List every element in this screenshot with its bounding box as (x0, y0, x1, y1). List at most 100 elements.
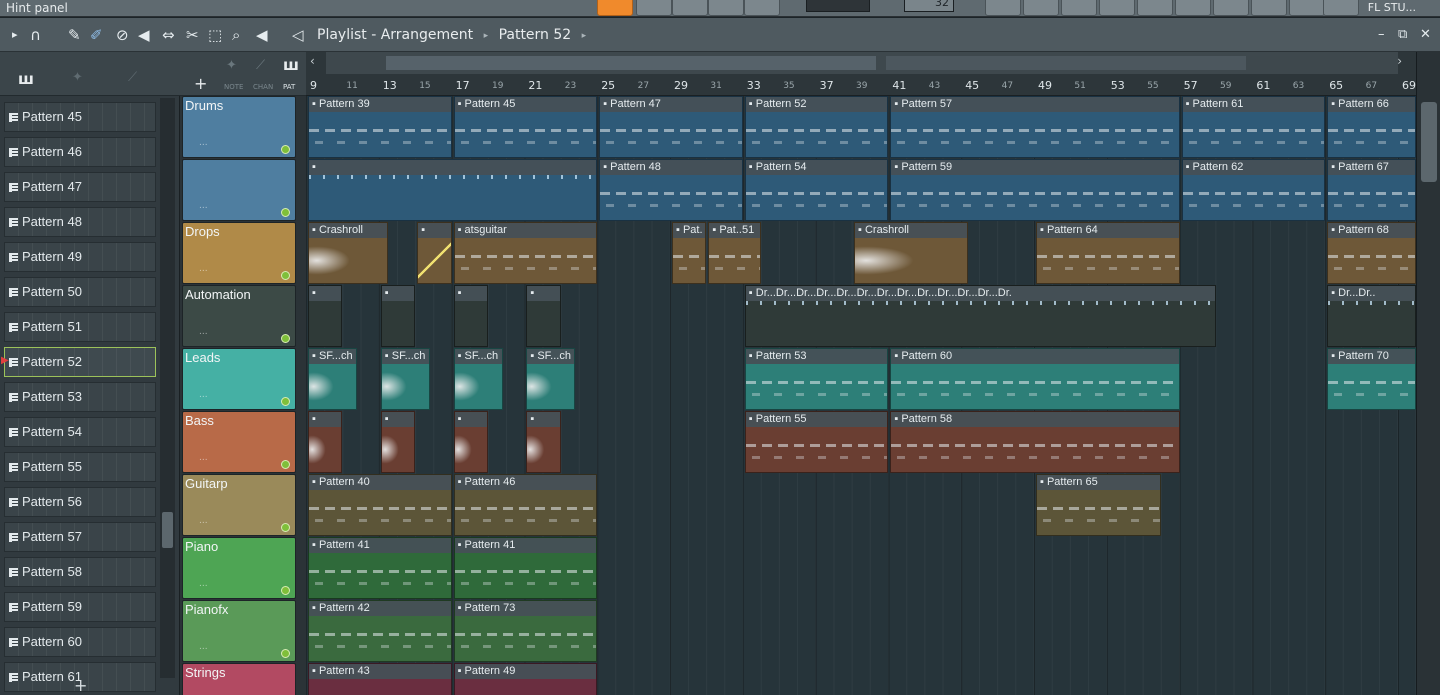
playlist-clip[interactable]: ▪ Pattern 59 (890, 159, 1180, 221)
metronome-button[interactable] (744, 0, 780, 16)
pattern-item[interactable]: Pattern 50 (4, 277, 156, 307)
render-button[interactable] (1289, 0, 1325, 16)
playlist-clip[interactable]: ▪ (417, 222, 452, 284)
record-button[interactable] (597, 0, 633, 16)
scrollbar-thumb[interactable] (162, 512, 173, 548)
playlist-clip[interactable]: ▪ (453, 411, 488, 473)
playlist-clip[interactable]: ▪ Pattern 64 (1036, 222, 1180, 284)
playlist-clip[interactable]: ▪ (526, 411, 561, 473)
playlist-clip[interactable]: ▪ SF...ch (453, 348, 503, 410)
pattern-item[interactable]: Pattern 47 (4, 172, 156, 202)
track-mute-led-icon[interactable] (281, 523, 290, 532)
playlist-clip[interactable]: ▪ Pattern 62 (1181, 159, 1326, 221)
magnet-icon[interactable]: ∩ (30, 26, 41, 44)
playlist-clip[interactable]: ▪ Pattern 67 (1327, 159, 1416, 221)
pattern-item[interactable]: Pattern 55 (4, 452, 156, 482)
close-icon[interactable]: ✕ (1420, 27, 1431, 42)
delete-icon[interactable]: ⊘ (116, 26, 129, 44)
track-header[interactable]: Drums... (182, 96, 296, 158)
playlist-clip[interactable]: ▪ Dr...Dr.. (1327, 285, 1416, 347)
playlist-clip[interactable]: ▪ (308, 411, 343, 473)
playlist-clip[interactable]: ▪ Pattern 40 (308, 474, 452, 536)
pattern-item[interactable]: Pattern 52 ▶ (1, 347, 156, 377)
playlist-clip[interactable]: ▪ Pat. (672, 222, 707, 284)
playlist-clip[interactable]: ▪ atsguitar (453, 222, 598, 284)
track-options-icon[interactable]: ... (199, 642, 208, 652)
pattern-item[interactable]: Pattern 45 (4, 102, 156, 132)
playlist-clip[interactable]: ▪ (453, 285, 488, 347)
channel-rack-view-button[interactable] (1061, 0, 1097, 16)
track-header[interactable]: Drops... (182, 222, 296, 284)
arrangement-overview[interactable] (326, 52, 1398, 74)
playlist-clip[interactable]: ▪ Pattern 43 (308, 663, 452, 695)
track-header[interactable]: Strings... (182, 663, 296, 695)
channel-mode-icon[interactable]: ⟋ (128, 70, 137, 85)
track-mute-led-icon[interactable] (281, 145, 290, 154)
playlist-clip[interactable]: ▪ Pattern 48 (599, 159, 743, 221)
note-mode-icon-2[interactable]: ✦ (226, 58, 237, 73)
playlist-clip[interactable]: ▪ (308, 159, 598, 221)
speaker-icon[interactable]: ◁ (292, 26, 304, 44)
pattern-item[interactable]: Pattern 46 (4, 137, 156, 167)
playlist-clip[interactable]: ▪ Pattern 70 (1327, 348, 1416, 410)
playlist-clip[interactable]: ▪ Pattern 41 (453, 537, 598, 599)
playlist-clip[interactable]: ▪ (308, 285, 343, 347)
playlist-clip[interactable]: ▪ Pattern 68 (1327, 222, 1416, 284)
playlist-clip[interactable]: ▪ Pattern 55 (744, 411, 889, 473)
playback-icon[interactable]: ◀ (256, 26, 268, 44)
playlist-clip[interactable]: ▪ Pattern 57 (890, 96, 1180, 158)
track-options-icon[interactable]: ... (199, 327, 208, 337)
pattern-list-scrollbar[interactable] (160, 98, 175, 678)
track-mute-led-icon[interactable] (281, 397, 290, 406)
mute-icon[interactable]: ◀ (138, 26, 150, 44)
playlist-clip[interactable]: ▪ SF...ch (380, 348, 430, 410)
track-mute-led-icon[interactable] (281, 460, 290, 469)
playlist-clip[interactable]: ▪ Pattern 46 (453, 474, 598, 536)
track-options-icon[interactable]: ... (199, 390, 208, 400)
playlist-clip[interactable]: ▪ Dr...Dr...Dr...Dr...Dr...Dr...Dr...Dr.… (744, 285, 1216, 347)
track-mute-led-icon[interactable] (281, 271, 290, 280)
scroll-left-icon[interactable]: ‹ (310, 54, 315, 68)
plugin-picker-button[interactable] (1175, 0, 1211, 16)
mixer-view-button[interactable] (1099, 0, 1135, 16)
playlist-clip[interactable]: ▪ Pattern 61 (1181, 96, 1326, 158)
playlist-clip[interactable]: ▪ Pattern 73 (453, 600, 598, 662)
playlist-clip[interactable]: ▪ Pattern 52 (744, 96, 889, 158)
vertical-scrollbar-thumb[interactable] (1421, 102, 1437, 182)
track-mute-led-icon[interactable] (281, 649, 290, 658)
arrow-right-icon[interactable]: ▸ (12, 26, 18, 44)
track-options-icon[interactable]: ... (199, 138, 208, 148)
minimize-icon[interactable]: – (1378, 27, 1385, 42)
track-header[interactable]: Pianofx... (182, 600, 296, 662)
play-button[interactable] (672, 0, 708, 16)
pattern-item[interactable]: Pattern 58 (4, 557, 156, 587)
playlist-clip[interactable]: ▪ Pattern 49 (453, 663, 598, 695)
track-header[interactable]: Piano... (182, 537, 296, 599)
playlist-clip[interactable]: ▪ Pattern 54 (744, 159, 889, 221)
select-icon[interactable]: ⬚ (208, 26, 222, 44)
slip-icon[interactable]: ⇔ (162, 26, 175, 44)
pattern-item[interactable]: Pattern 48 (4, 207, 156, 237)
current-pattern[interactable]: Pattern 52 (499, 27, 572, 43)
track-options-icon[interactable]: ... (199, 579, 208, 589)
tempo-field[interactable]: 32 (904, 0, 954, 12)
playlist-grid[interactable]: ▪ Pattern 39 ▪ Pattern 45 ▪ Pattern 47 ▪ Pa… (306, 96, 1416, 695)
slice-icon[interactable]: ✂ (186, 26, 199, 44)
playlist-clip[interactable]: ▪ Pattern 66 (1327, 96, 1416, 158)
paint-icon[interactable]: ✐ (90, 26, 103, 44)
piano-roll-view-button[interactable] (1023, 0, 1059, 16)
zoom-icon[interactable]: ⌕ (232, 26, 240, 44)
pattern-item[interactable]: Pattern 53 (4, 382, 156, 412)
playlist-clip[interactable]: ▪ SF...ch (308, 348, 357, 410)
track-header[interactable]: Bass... (182, 411, 296, 473)
add-track-button[interactable]: + (194, 74, 207, 93)
playlist-clip[interactable]: ▪ Pattern 60 (890, 348, 1180, 410)
track-mute-led-icon[interactable] (281, 586, 290, 595)
pattern-item[interactable]: Pattern 57 (4, 522, 156, 552)
scroll-right-icon[interactable]: › (1397, 54, 1402, 68)
playlist-clip[interactable]: ▪ Pattern 41 (308, 537, 452, 599)
pattern-song-button[interactable] (636, 0, 672, 16)
timeline-ruler[interactable]: ‹ › 9 11 13 15 17 19 21 23 25 27 29 31 33 35 37 39 41 43 4… (306, 52, 1416, 96)
playlist-clip[interactable]: ▪ (380, 285, 416, 347)
project-info-button[interactable] (1251, 0, 1287, 16)
